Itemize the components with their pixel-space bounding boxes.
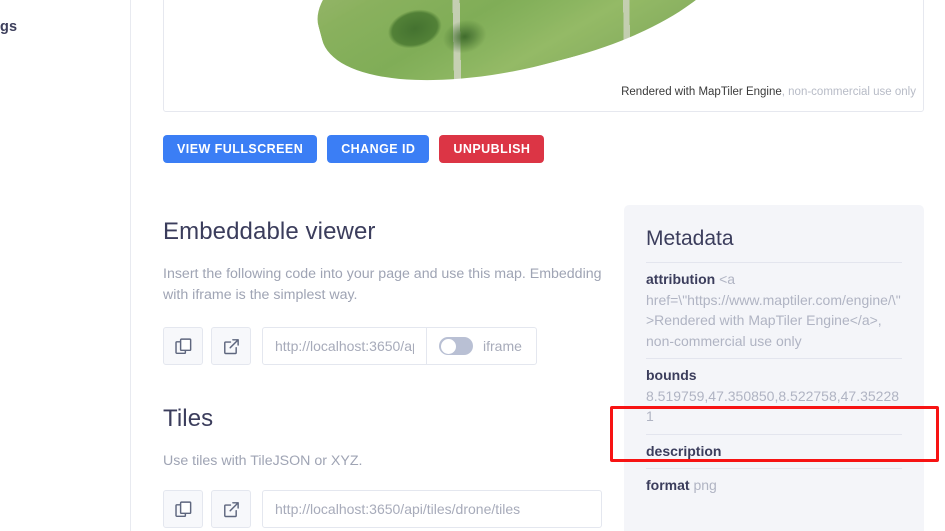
metadata-key: bounds (646, 367, 697, 383)
map-attribution-dim: , non-commercial use only (782, 86, 916, 98)
metadata-panel: Metadata attribution <a href=\"https://w… (624, 205, 924, 531)
copy-icon (175, 501, 192, 518)
embeddable-viewer-description: Insert the following code into your page… (163, 264, 603, 306)
view-fullscreen-button[interactable]: VIEW FULLSCREEN (163, 135, 317, 163)
metadata-value: 8.519759,47.350850,8.522758,47.352281 (646, 388, 899, 425)
open-tiles-url-button[interactable] (211, 490, 251, 528)
iframe-toggle[interactable] (439, 337, 473, 355)
map-preview-card[interactable]: Rendered with MapTiler Engine, non-comme… (163, 0, 924, 112)
metadata-row-description: description (646, 434, 902, 469)
copy-embed-url-button[interactable] (163, 327, 203, 365)
tiles-heading: Tiles (163, 405, 213, 433)
copy-tiles-url-button[interactable] (163, 490, 203, 528)
map-attribution-main: Rendered with MapTiler Engine (621, 86, 782, 98)
iframe-toggle-cell: iframe (426, 328, 536, 364)
iframe-toggle-knob (441, 339, 456, 354)
copy-icon (175, 338, 192, 355)
external-link-icon (223, 338, 240, 355)
sidebar-item-truncated[interactable]: gs (0, 19, 17, 35)
page-root: gs Rendered with MapTiler Engine, non-co… (0, 0, 945, 531)
map-action-buttons: VIEW FULLSCREEN CHANGE ID UNPUBLISH (163, 135, 544, 163)
tiles-url-group (262, 490, 602, 528)
embeddable-viewer-heading: Embeddable viewer (163, 218, 376, 246)
open-embed-url-button[interactable] (211, 327, 251, 365)
embeddable-viewer-controls: iframe (163, 327, 537, 365)
metadata-key: description (646, 443, 721, 459)
change-id-button[interactable]: CHANGE ID (327, 135, 429, 163)
metadata-row-bounds: bounds 8.519759,47.350850,8.522758,47.35… (646, 358, 902, 434)
metadata-value: png (693, 477, 716, 493)
tiles-url-input[interactable] (263, 491, 601, 527)
metadata-title: Metadata (646, 227, 902, 251)
tiles-description: Use tiles with TileJSON or XYZ. (163, 451, 603, 472)
embed-url-group: iframe (262, 327, 537, 365)
metadata-key: attribution (646, 271, 715, 287)
sidebar: gs (0, 0, 131, 531)
external-link-icon (223, 501, 240, 518)
iframe-toggle-label: iframe (483, 338, 522, 354)
metadata-key: format (646, 477, 690, 493)
map-attribution: Rendered with MapTiler Engine, non-comme… (613, 83, 922, 101)
embed-url-input[interactable] (263, 328, 426, 364)
metadata-row-attribution: attribution <a href=\"https://www.maptil… (646, 262, 902, 358)
tiles-controls (163, 490, 602, 528)
unpublish-button[interactable]: UNPUBLISH (439, 135, 544, 163)
metadata-row-format: format png (646, 468, 902, 503)
